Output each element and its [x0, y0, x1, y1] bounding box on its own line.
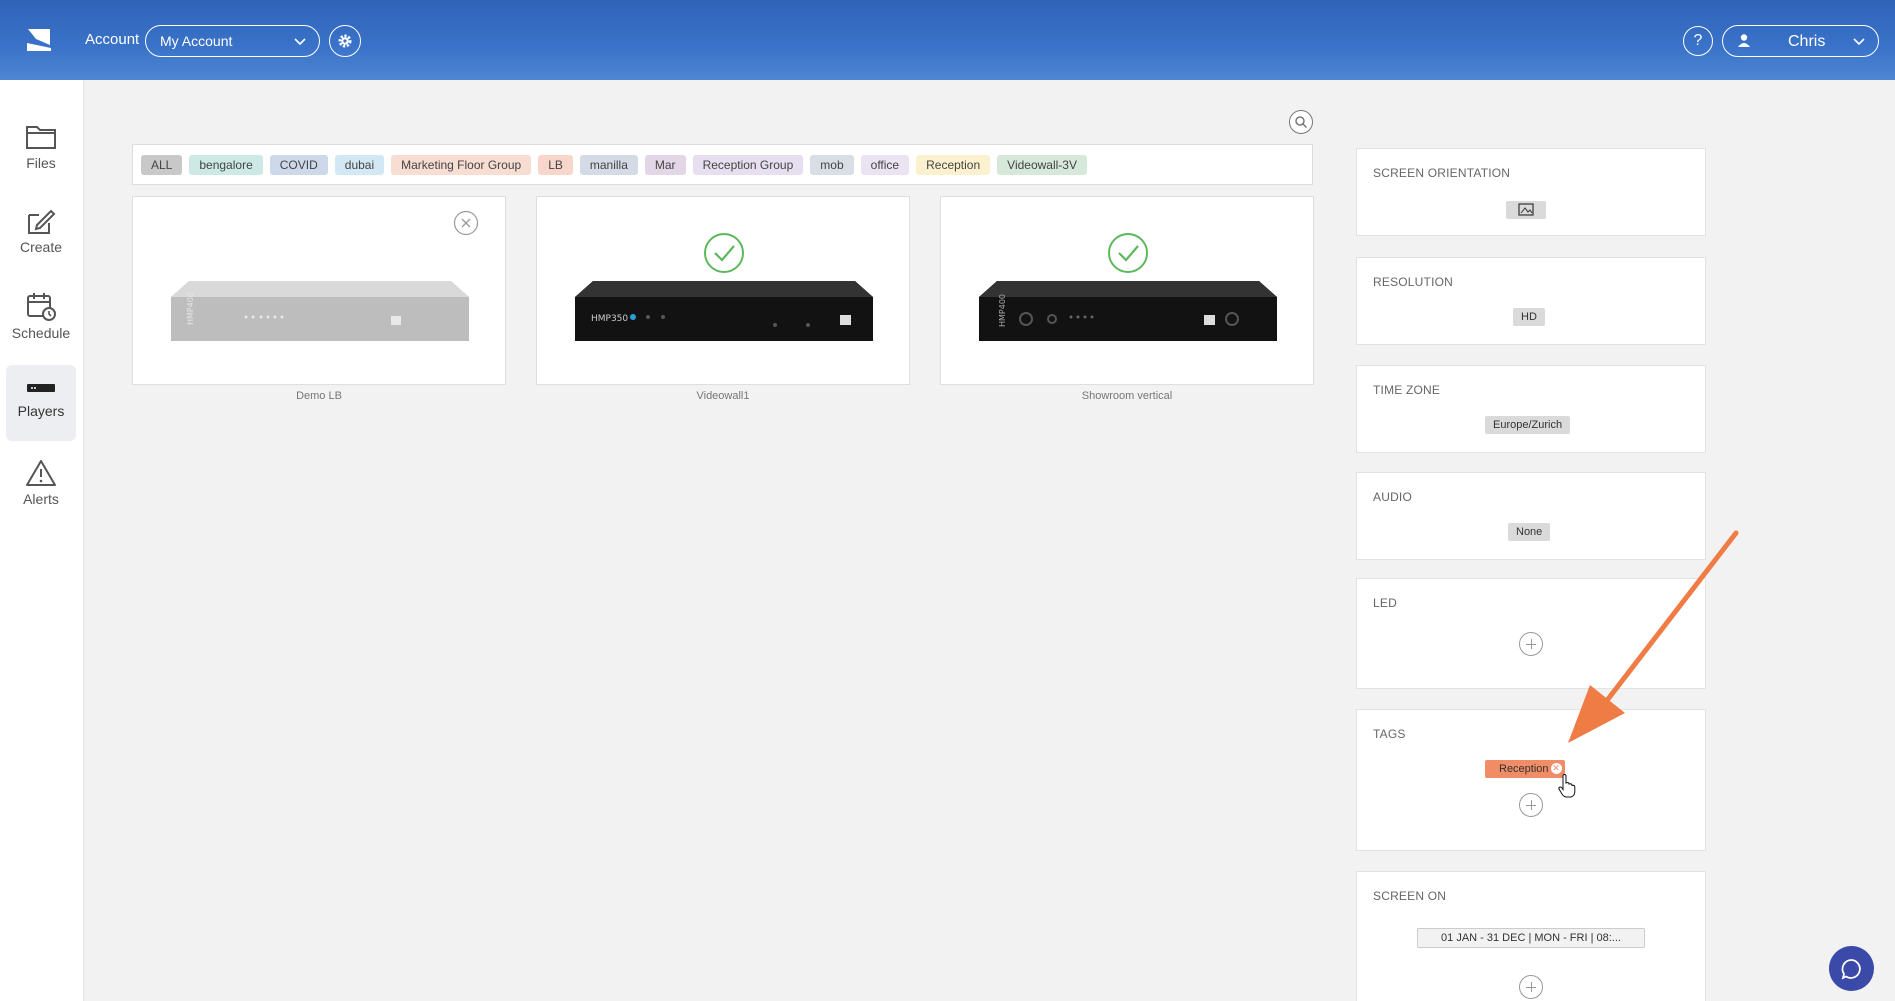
- tag-filter-chip[interactable]: Marketing Floor Group: [391, 155, 532, 175]
- screen-on-panel: SCREEN ON 01 JAN - 31 DEC | MON - FRI | …: [1356, 871, 1706, 1001]
- time-zone-value[interactable]: Europe/Zurich: [1485, 416, 1571, 434]
- tag-filter-chip[interactable]: office: [860, 155, 910, 175]
- user-icon: [1738, 34, 1750, 47]
- app-logo-icon[interactable]: [24, 26, 54, 54]
- help-button[interactable]: ?: [1683, 26, 1713, 56]
- sidebar-item-players[interactable]: Players: [6, 365, 76, 441]
- panel-title: SCREEN ORIENTATION: [1373, 166, 1511, 180]
- folder-icon: [26, 126, 56, 149]
- player-card[interactable]: HMP400: [940, 196, 1314, 385]
- sidebar-item-label: Create: [19, 239, 63, 255]
- panel-title: LED: [1373, 596, 1397, 610]
- chevron-down-icon: [1853, 38, 1865, 46]
- orientation-value[interactable]: [1506, 201, 1546, 219]
- landscape-icon: [1518, 203, 1534, 216]
- tag-filter-list: ALL bengalore COVID dubai Marketing Floor Gr…: [141, 155, 1087, 175]
- player-name: Showroom vertical: [1081, 390, 1173, 402]
- search-button[interactable]: [1289, 110, 1313, 134]
- sidebar-item-label: Alerts: [23, 491, 59, 507]
- resolution-panel: RESOLUTION HD: [1356, 257, 1706, 345]
- remove-tag-icon[interactable]: ✕: [1550, 763, 1562, 774]
- player-card[interactable]: HMP400: [132, 196, 506, 385]
- check-circle-icon[interactable]: [703, 232, 745, 274]
- tag-filter-chip[interactable]: ALL: [141, 155, 183, 175]
- tag-filter-chip[interactable]: Videowall-3V: [997, 155, 1087, 175]
- player-icon: [27, 384, 55, 392]
- hand-cursor-icon: [1558, 774, 1576, 798]
- sidebar-item-files[interactable]: Files: [6, 113, 76, 189]
- user-menu-button[interactable]: Chris: [1722, 25, 1879, 57]
- check-circle-icon[interactable]: [1107, 232, 1149, 274]
- tag-filter-bar: ALL bengalore COVID dubai Marketing Floor Gr…: [132, 144, 1313, 185]
- sidebar-item-schedule[interactable]: Schedule: [6, 281, 76, 357]
- sidebar-item-label: Players: [17, 403, 65, 419]
- audio-value[interactable]: None: [1508, 523, 1551, 541]
- sidebar: Files Create Schedule Players Alerts: [0, 80, 84, 1001]
- panel-title: AUDIO: [1373, 490, 1413, 504]
- edit-icon: [28, 209, 56, 234]
- user-name: Chris: [1788, 33, 1826, 50]
- tag-filter-chip[interactable]: dubai: [334, 155, 385, 175]
- player-card[interactable]: HMP350: [536, 196, 910, 385]
- svg-text:HMP350: HMP350: [591, 314, 628, 324]
- tag-filter-chip[interactable]: mob: [810, 155, 854, 175]
- screen-orientation-panel: SCREEN ORIENTATION: [1356, 148, 1706, 236]
- warning-icon: [26, 460, 56, 486]
- player-device-image: HMP350: [575, 281, 873, 341]
- account-label: Account: [85, 31, 140, 48]
- svg-text:HMP400: HMP400: [998, 294, 1007, 327]
- search-icon: [1295, 116, 1308, 129]
- account-select[interactable]: My Account: [145, 25, 320, 57]
- player-device-image: HMP400: [979, 281, 1277, 341]
- add-tag-button[interactable]: [1519, 793, 1543, 817]
- panel-title: SCREEN ON: [1373, 889, 1447, 903]
- chat-bubble-icon: [1841, 958, 1861, 980]
- tag-chip-label: Reception: [1499, 763, 1549, 775]
- tag-filter-chip[interactable]: COVID: [269, 155, 328, 175]
- tag-filter-chip[interactable]: Mar: [644, 155, 686, 175]
- sidebar-item-label: Files: [26, 155, 56, 171]
- top-bar: Account My Account ? Chris: [0, 0, 1895, 80]
- gear-icon: [338, 34, 352, 48]
- sidebar-item-label: Schedule: [11, 325, 71, 341]
- annotation-arrow: [1568, 530, 1739, 743]
- player-device-image: HMP400: [171, 281, 469, 341]
- sidebar-item-alerts[interactable]: Alerts: [6, 449, 76, 525]
- player-name: Demo LB: [296, 390, 342, 402]
- chevron-down-icon: [294, 38, 306, 46]
- svg-text:HMP400: HMP400: [186, 292, 195, 325]
- tag-chip[interactable]: Reception ✕: [1485, 760, 1565, 778]
- settings-button[interactable]: [329, 25, 361, 57]
- tag-filter-chip[interactable]: manilla: [579, 155, 638, 175]
- tag-filter-chip[interactable]: LB: [538, 155, 573, 175]
- panel-title: TIME ZONE: [1373, 383, 1441, 397]
- add-screen-on-button[interactable]: [1519, 975, 1543, 999]
- chat-button[interactable]: [1829, 946, 1874, 991]
- panel-title: RESOLUTION: [1373, 275, 1454, 289]
- player-name: Videowall1: [696, 390, 750, 402]
- panel-title: TAGS: [1373, 727, 1406, 741]
- close-circle-icon[interactable]: [453, 210, 479, 236]
- tag-filter-chip[interactable]: Reception: [916, 155, 991, 175]
- resolution-value[interactable]: HD: [1513, 308, 1545, 326]
- add-led-button[interactable]: [1519, 632, 1543, 656]
- account-select-value: My Account: [160, 33, 233, 49]
- time-zone-panel: TIME ZONE Europe/Zurich: [1356, 365, 1706, 453]
- tag-filter-chip[interactable]: Reception Group: [692, 155, 804, 175]
- screen-on-schedule[interactable]: 01 JAN - 31 DEC | MON - FRI | 08:...: [1417, 928, 1645, 948]
- calendar-clock-icon: [27, 293, 56, 321]
- tag-filter-chip[interactable]: bengalore: [189, 155, 263, 175]
- sidebar-item-create[interactable]: Create: [6, 197, 76, 273]
